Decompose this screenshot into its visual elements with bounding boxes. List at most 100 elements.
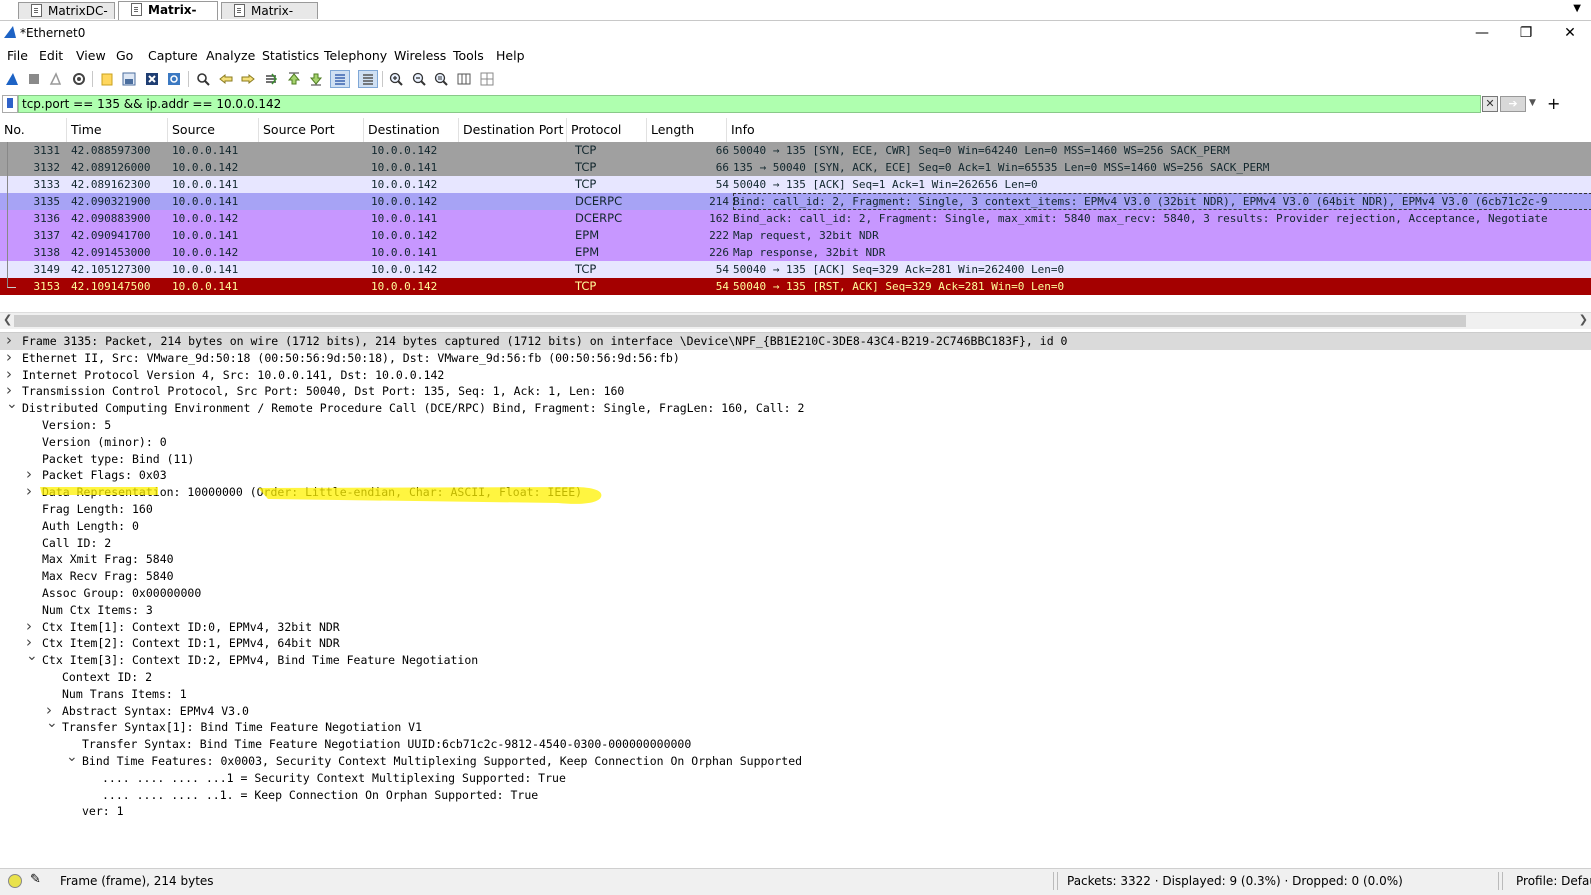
packet-details-tree[interactable]: › Frame 3135: Packet, 214 bytes on wire (… (0, 332, 1591, 867)
packet-list[interactable]: 3131 42.088597300 10.0.0.141 10.0.0.142 TCP 6… (0, 142, 1591, 310)
display-filter-input[interactable] (18, 95, 1481, 113)
edit-comment-pencil-icon[interactable]: ✎ (30, 872, 41, 887)
column-header-length[interactable]: Length (647, 118, 727, 142)
detail-tree-row[interactable]: ver: 1 (0, 803, 1591, 820)
stop-capture-icon[interactable] (25, 70, 43, 88)
tab-list-chevron-icon[interactable]: ▼ (1573, 3, 1581, 14)
detail-tree-row[interactable]: .... .... .... ...1 = Security Context M… (0, 770, 1591, 787)
detail-tree-row[interactable]: Num Ctx Items: 3 (0, 602, 1591, 619)
detail-tree-row[interactable]: › Internet Protocol Version 4, Src: 10.0.… (0, 366, 1591, 384)
scrollbar-thumb[interactable] (14, 315, 1466, 327)
save-file-icon[interactable] (120, 70, 138, 88)
detail-tree-row[interactable]: › Abstract Syntax: EPMv4 V3.0 (0, 702, 1591, 720)
vm-tab-matrix-vm3[interactable]: Matrix-VM3 (118, 1, 218, 34)
colorize-list-icon[interactable] (358, 70, 378, 88)
menu-analyze[interactable]: Analyze (206, 48, 255, 63)
vm-tab-matrixdc-01[interactable]: MatrixDC-01 (18, 2, 115, 35)
menu-statistics[interactable]: Statistics (262, 48, 319, 63)
zoom-out-icon[interactable] (410, 70, 428, 88)
detail-tree-row[interactable]: › Frame 3135: Packet, 214 bytes on wire (… (0, 333, 1591, 350)
detail-tree-row[interactable]: .... .... .... ..1. = Keep Connection On… (0, 787, 1591, 804)
first-packet-icon[interactable] (285, 70, 303, 88)
menu-capture[interactable]: Capture (148, 48, 198, 63)
menu-help[interactable]: Help (496, 48, 525, 63)
clear-filter-icon[interactable]: ✕ (1482, 96, 1498, 112)
layout-grid-icon[interactable] (478, 70, 496, 88)
menu-go[interactable]: Go (116, 48, 133, 63)
packet-row[interactable]: 3135 42.090321900 10.0.0.141 10.0.0.142 DCER… (0, 193, 1591, 210)
detail-tree-row[interactable]: Packet type: Bind (11) (0, 451, 1591, 468)
expanded-chevron-icon[interactable]: ⌄ (6, 396, 18, 413)
detail-tree-row[interactable]: Version: 5 (0, 417, 1591, 434)
capture-options-gear-icon[interactable] (70, 70, 88, 88)
detail-tree-row[interactable]: Frag Length: 160 (0, 501, 1591, 518)
detail-tree-row[interactable]: › Packet Flags: 0x03 (0, 466, 1591, 484)
detail-tree-row[interactable]: Call ID: 2 (0, 535, 1591, 552)
menu-view[interactable]: View (76, 48, 106, 63)
detail-tree-row[interactable]: Max Recv Frag: 5840 (0, 568, 1591, 585)
detail-tree-row[interactable]: › Ctx Item[2]: Context ID:1, EPMv4, 64bit… (0, 634, 1591, 652)
detail-tree-row[interactable]: › Ethernet II, Src: VMware_9d:50:18 (00:5… (0, 349, 1591, 367)
vm-tab-matrix-vm4[interactable]: Matrix-VM4 (221, 2, 318, 35)
column-header-destination-port[interactable]: Destination Port (459, 118, 567, 142)
detail-tree-row[interactable]: Max Xmit Frag: 5840 (0, 551, 1591, 568)
restore-button[interactable]: ❐ (1506, 23, 1546, 43)
packet-row[interactable]: 3138 42.091453000 10.0.0.142 10.0.0.141 EPM 2… (0, 244, 1591, 261)
packet-list-horizontal-scrollbar[interactable]: ❮ ❯ (0, 312, 1591, 329)
menu-telephony[interactable]: Telephony (324, 48, 387, 63)
detail-tree-row[interactable]: ⌄ Distributed Computing Environment / Rem… (0, 396, 1591, 417)
column-header-time[interactable]: Time (67, 118, 168, 142)
menu-wireless[interactable]: Wireless (394, 48, 446, 63)
status-profile[interactable]: Profile: Default (1516, 874, 1591, 888)
detail-tree-row[interactable]: Assoc Group: 0x00000000 (0, 585, 1591, 602)
collapsed-chevron-icon[interactable]: › (26, 483, 36, 500)
detail-tree-row[interactable]: Num Trans Items: 1 (0, 686, 1591, 703)
detail-tree-row[interactable]: › Ctx Item[1]: Context ID:0, EPMv4, 32bit… (0, 618, 1591, 636)
packet-row[interactable]: 3149 42.105127300 10.0.0.141 10.0.0.142 TCP 5… (0, 261, 1591, 278)
menu-edit[interactable]: Edit (39, 48, 63, 63)
resize-columns-icon[interactable] (455, 70, 473, 88)
collapsed-chevron-icon[interactable]: › (6, 333, 16, 349)
column-header-source-port[interactable]: Source Port (259, 118, 364, 142)
detail-tree-row[interactable]: Context ID: 2 (0, 669, 1591, 686)
menu-file[interactable]: File (7, 48, 28, 63)
column-header-protocol[interactable]: Protocol (567, 118, 647, 142)
column-header-no[interactable]: No. (0, 118, 67, 142)
detail-tree-row[interactable]: › Data Representation: 10000000 (Order: L… (0, 483, 1591, 501)
detail-tree-row[interactable]: Transfer Syntax: Bind Time Feature Negot… (0, 736, 1591, 753)
packet-row[interactable]: 3137 42.090941700 10.0.0.141 10.0.0.142 EPM 2… (0, 227, 1591, 244)
add-filter-button-icon[interactable]: + (1547, 94, 1560, 113)
open-file-icon[interactable] (98, 70, 116, 88)
packet-row[interactable]: 3136 42.090883900 10.0.0.142 10.0.0.141 DCER… (0, 210, 1591, 227)
filter-history-chevron-icon[interactable]: ▼ (1529, 98, 1536, 108)
go-to-packet-icon[interactable] (262, 70, 280, 88)
detail-tree-row[interactable]: ⌄ Ctx Item[3]: Context ID:2, EPMv4, Bind … (0, 648, 1591, 669)
start-capture-icon[interactable] (3, 70, 21, 88)
filter-bookmark-icon[interactable] (2, 95, 18, 113)
scroll-left-arrow-icon[interactable]: ❮ (3, 313, 12, 326)
minimize-button[interactable]: — (1462, 23, 1502, 43)
restart-capture-icon[interactable] (47, 70, 65, 88)
detail-tree-row[interactable]: ⌄ Bind Time Features: 0x0003, Security Co… (0, 749, 1591, 770)
detail-tree-row[interactable]: ⌄ Transfer Syntax[1]: Bind Time Feature N… (0, 715, 1591, 736)
packet-row[interactable]: 3132 42.089126000 10.0.0.142 10.0.0.141 TCP 6… (0, 159, 1591, 176)
expanded-chevron-icon[interactable]: ⌄ (46, 715, 58, 732)
menu-tools[interactable]: Tools (453, 48, 484, 63)
collapsed-chevron-icon[interactable]: › (26, 466, 36, 483)
scroll-right-arrow-icon[interactable]: ❯ (1579, 313, 1588, 326)
find-packet-icon[interactable] (194, 70, 212, 88)
expert-info-led-icon[interactable] (8, 874, 22, 888)
expanded-chevron-icon[interactable]: ⌄ (26, 648, 38, 665)
detail-tree-row[interactable]: Auth Length: 0 (0, 518, 1591, 535)
detail-tree-row[interactable]: › Transmission Control Protocol, Src Port… (0, 382, 1591, 400)
close-button[interactable]: ✕ (1550, 23, 1590, 43)
normal-size-icon[interactable] (432, 70, 450, 88)
expanded-chevron-icon[interactable]: ⌄ (66, 749, 78, 766)
packet-row[interactable]: 3131 42.088597300 10.0.0.141 10.0.0.142 TCP 6… (0, 142, 1591, 159)
close-file-icon[interactable] (143, 70, 161, 88)
collapsed-chevron-icon[interactable]: › (6, 349, 16, 366)
packet-row[interactable]: 3153 42.109147500 10.0.0.141 10.0.0.142 TCP 5… (0, 278, 1591, 295)
auto-scroll-icon[interactable] (330, 70, 350, 88)
last-packet-icon[interactable] (307, 70, 325, 88)
detail-tree-row[interactable]: Version (minor): 0 (0, 434, 1591, 451)
